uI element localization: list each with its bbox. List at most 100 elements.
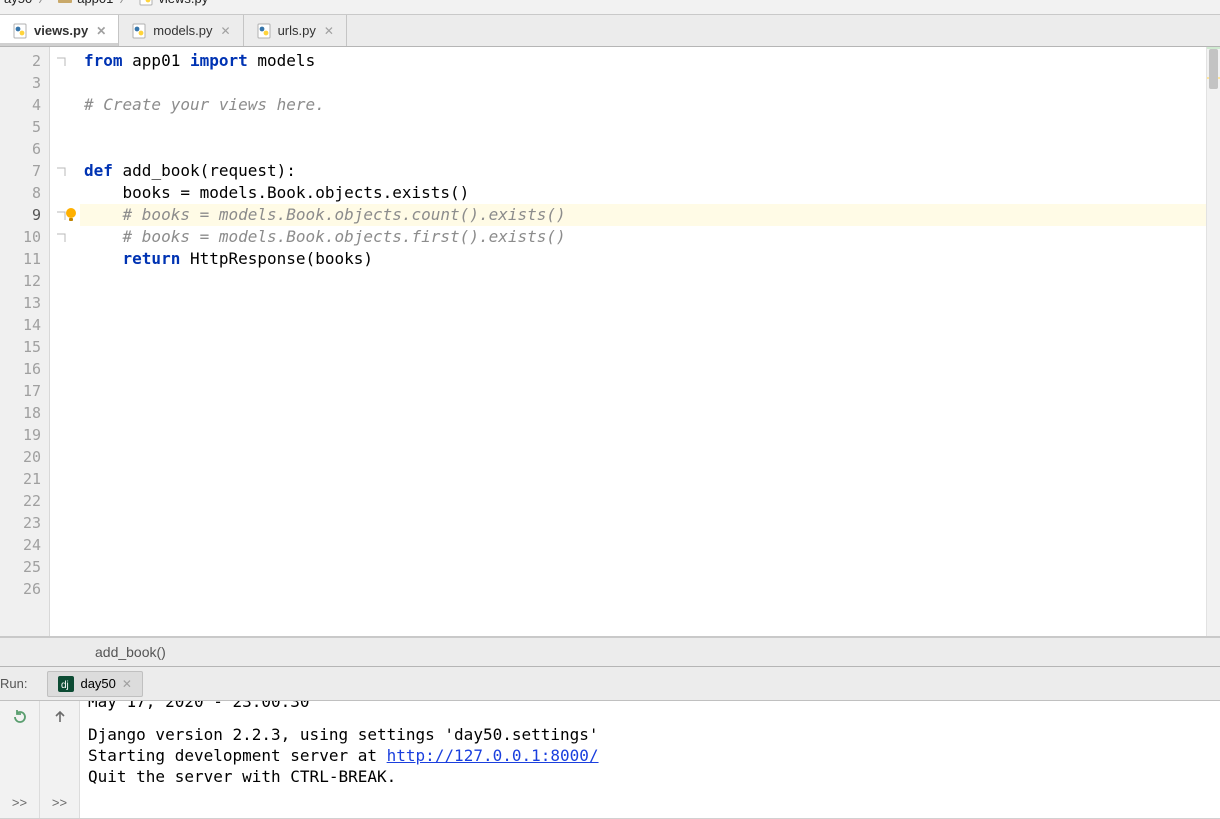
line-number: 23	[0, 512, 49, 534]
code-line[interactable]: # books = models.Book.objects.first().ex…	[80, 226, 1206, 248]
close-icon[interactable]: ✕	[122, 677, 132, 691]
tab-label: models.py	[153, 23, 212, 38]
line-number: 13	[0, 292, 49, 314]
code-editor[interactable]: 2345678910111213141516171819202122232425…	[0, 47, 1220, 637]
close-icon[interactable]: ✕	[324, 24, 334, 38]
run-side-toolbar-2: >>	[40, 701, 80, 818]
code-line[interactable]	[80, 424, 1206, 446]
code-line[interactable]	[80, 468, 1206, 490]
intention-bulb-icon[interactable]	[62, 206, 80, 224]
fold-end-icon[interactable]	[56, 231, 74, 249]
line-number: 22	[0, 490, 49, 512]
code-area[interactable]: from app01 import models # Create your v…	[80, 47, 1206, 636]
code-line[interactable]	[80, 380, 1206, 402]
line-number: 5	[0, 116, 49, 138]
code-line[interactable]: # books = models.Book.objects.count().ex…	[80, 204, 1206, 226]
rerun-icon[interactable]	[10, 707, 30, 727]
breadcrumb-item[interactable]: ay50	[0, 0, 36, 8]
editor-tab[interactable]: urls.py ✕	[244, 15, 347, 46]
scroll-up-icon[interactable]	[50, 707, 70, 727]
code-line[interactable]: return HttpResponse(books)	[80, 248, 1206, 270]
line-number: 16	[0, 358, 49, 380]
code-line[interactable]	[80, 556, 1206, 578]
editor-tab[interactable]: views.py ✕	[0, 15, 119, 46]
breadcrumb-item[interactable]: app01	[53, 0, 117, 8]
python-file-icon	[131, 23, 147, 39]
code-line[interactable]	[80, 358, 1206, 380]
python-file-icon	[256, 23, 272, 39]
function-breadcrumb[interactable]: add_book()	[0, 637, 1220, 667]
code-line[interactable]	[80, 446, 1206, 468]
breadcrumb: ay50 〉 app01 〉 views.py	[0, 0, 1220, 15]
console-line: Django version 2.2.3, using settings 'da…	[88, 724, 1212, 745]
code-line[interactable]	[80, 292, 1206, 314]
close-icon[interactable]: ✕	[221, 24, 231, 38]
folder-label: ay50	[4, 0, 32, 6]
code-line[interactable]: books = models.Book.objects.exists()	[80, 182, 1206, 204]
expand-icon[interactable]: >>	[10, 792, 30, 812]
line-number: 7	[0, 160, 49, 182]
tab-label: views.py	[34, 23, 88, 38]
run-tab[interactable]: dj day50 ✕	[47, 671, 142, 697]
run-toolwindow: >> >> May 17, 2020 - 23:00:30 Django vers…	[0, 701, 1220, 818]
run-side-toolbar: >>	[0, 701, 40, 818]
line-number: 17	[0, 380, 49, 402]
fold-gutter	[50, 47, 80, 636]
breadcrumb-item[interactable]: views.py	[134, 0, 212, 8]
server-url-link[interactable]: http://127.0.0.1:8000/	[387, 746, 599, 765]
line-number: 26	[0, 578, 49, 600]
close-icon[interactable]: ✕	[96, 24, 106, 38]
expand-icon[interactable]: >>	[50, 792, 70, 812]
folder-icon	[57, 0, 73, 6]
line-number-gutter: 2345678910111213141516171819202122232425…	[0, 47, 50, 636]
console-line: May 17, 2020 - 23:00:30	[88, 701, 1212, 712]
code-line[interactable]: from app01 import models	[80, 50, 1206, 72]
line-number: 14	[0, 314, 49, 336]
code-line[interactable]	[80, 578, 1206, 600]
run-tab-label: day50	[80, 676, 115, 691]
file-label: views.py	[158, 0, 208, 6]
code-line[interactable]: # Create your views here.	[80, 94, 1206, 116]
function-breadcrumb-label: add_book()	[95, 644, 166, 660]
python-file-icon	[12, 23, 28, 39]
line-number: 11	[0, 248, 49, 270]
code-line[interactable]	[80, 116, 1206, 138]
code-line[interactable]	[80, 270, 1206, 292]
console-output[interactable]: May 17, 2020 - 23:00:30 Django version 2.…	[80, 701, 1220, 818]
django-icon: dj	[58, 676, 74, 692]
code-line[interactable]	[80, 490, 1206, 512]
editor-tab[interactable]: models.py ✕	[119, 15, 243, 46]
code-line[interactable]	[80, 512, 1206, 534]
code-line[interactable]	[80, 72, 1206, 94]
line-number: 2	[0, 50, 49, 72]
line-number: 21	[0, 468, 49, 490]
line-number: 12	[0, 270, 49, 292]
tab-label: urls.py	[278, 23, 316, 38]
code-line[interactable]	[80, 402, 1206, 424]
code-line[interactable]	[80, 138, 1206, 160]
line-number: 9	[0, 204, 49, 226]
line-number: 4	[0, 94, 49, 116]
code-line[interactable]	[80, 336, 1206, 358]
editor-tabs: views.py ✕ models.py ✕ urls.py ✕	[0, 15, 1220, 47]
scrollbar-thumb[interactable]	[1209, 49, 1218, 89]
chevron-right-icon: 〉	[117, 0, 134, 8]
python-file-icon	[138, 0, 154, 6]
run-toolwindow-header: Run: dj day50 ✕	[0, 667, 1220, 701]
line-number: 25	[0, 556, 49, 578]
fold-collapse-icon[interactable]	[56, 165, 74, 183]
run-label: Run:	[0, 676, 37, 691]
line-number: 15	[0, 336, 49, 358]
line-number: 20	[0, 446, 49, 468]
chevrons-label: >>	[52, 795, 67, 810]
code-line[interactable]	[80, 314, 1206, 336]
line-number: 19	[0, 424, 49, 446]
vertical-scrollbar[interactable]	[1206, 47, 1220, 636]
code-line[interactable]	[80, 534, 1206, 556]
code-line[interactable]: def add_book(request):	[80, 160, 1206, 182]
svg-text:dj: dj	[61, 680, 69, 691]
fold-collapse-icon[interactable]	[56, 55, 74, 73]
console-line: Starting development server at http://12…	[88, 745, 1212, 766]
chevrons-label: >>	[12, 795, 27, 810]
line-number: 8	[0, 182, 49, 204]
